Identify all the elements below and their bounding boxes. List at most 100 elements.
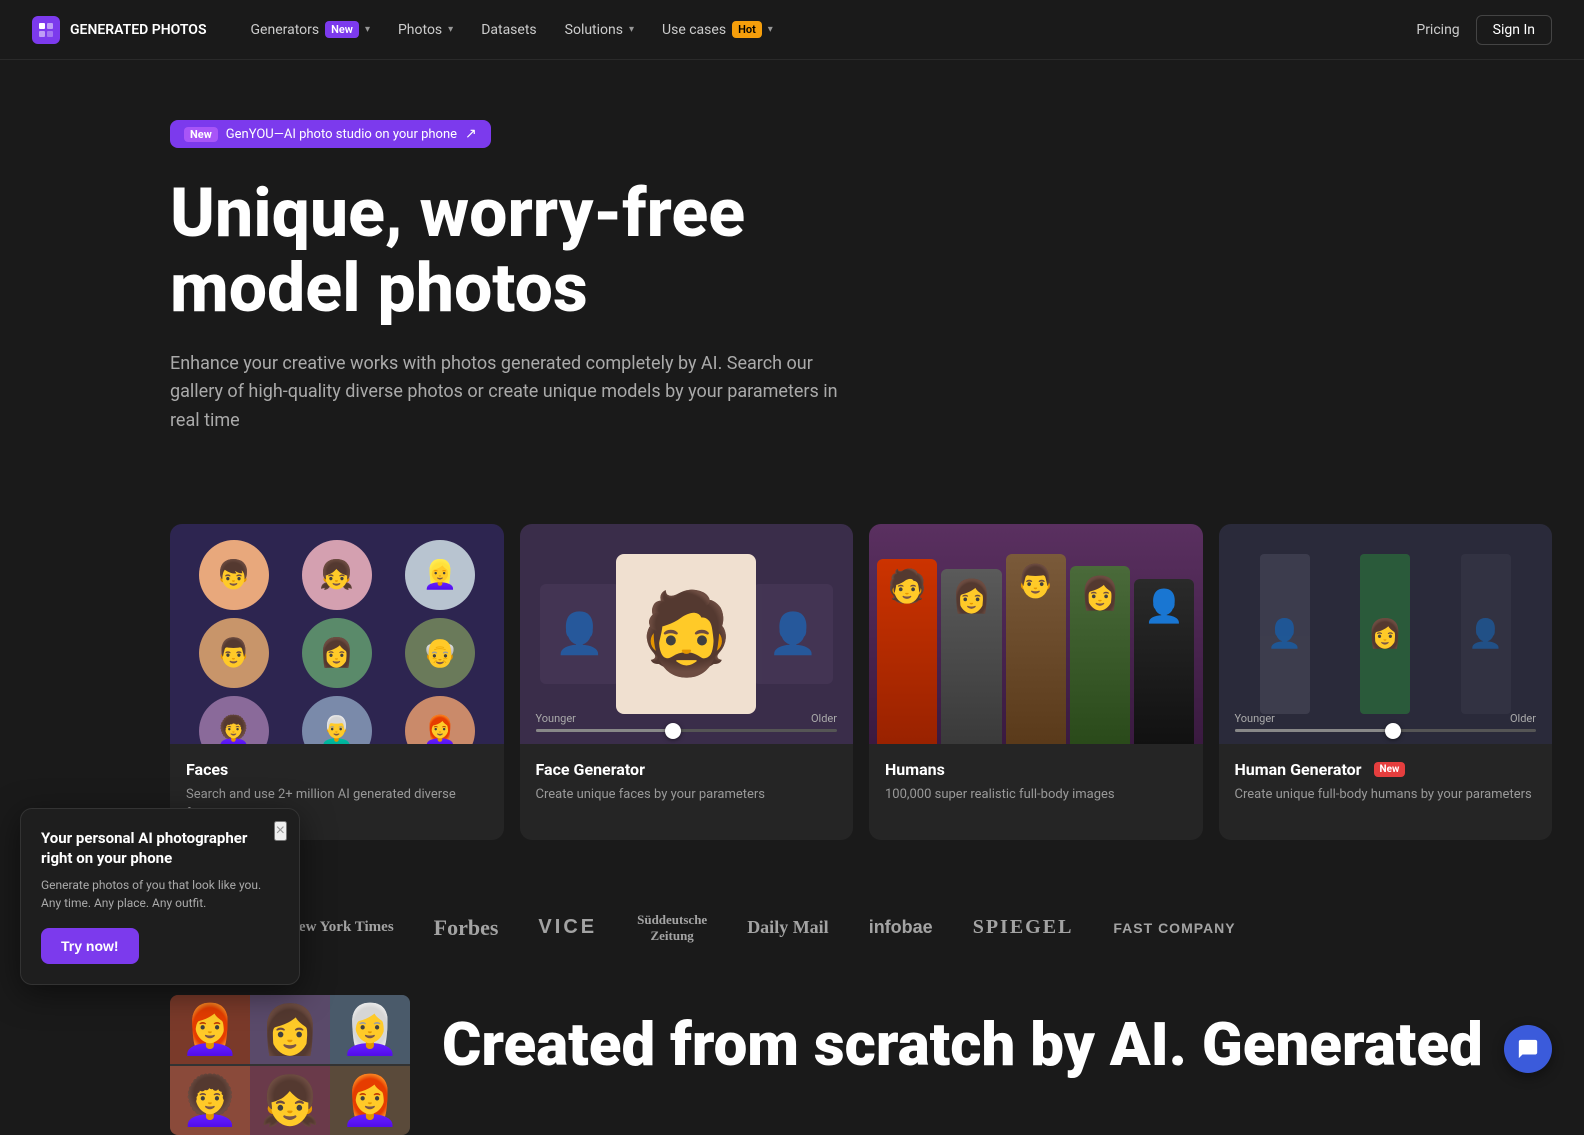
age-slider: Younger Older <box>536 712 838 732</box>
bottom-cta-text: Created from scratch by AI. Generated <box>442 995 1483 1075</box>
card-face-gen-image: 👤 🧔 👤 Younger Older <box>520 524 854 744</box>
hg-figure-left: 👤 <box>1260 554 1310 714</box>
preview-img-6: 👩‍🦰 <box>330 1066 410 1135</box>
preview-img-2: 👩‍🦱 <box>170 1066 250 1135</box>
nav-item-solutions[interactable]: Solutions ▾ <box>553 16 646 44</box>
card-faces[interactable]: 👦 👧 👱‍♀️ 👨 👩 👴 👩‍🦱 👨‍🦳 👩‍🦰 Faces Search … <box>170 524 504 840</box>
logo[interactable]: GENERATED PHOTOS <box>32 16 207 44</box>
face-circle: 👩 <box>302 618 372 688</box>
human-dark: 👩 <box>941 569 1001 744</box>
badge-new-label: New <box>184 127 218 142</box>
arrow-icon: ↗ <box>465 126 477 142</box>
press-logo-infobae: infobae <box>869 917 933 938</box>
signin-button[interactable]: Sign In <box>1476 15 1552 45</box>
card-face-gen-content: Face Generator Create unique faces by yo… <box>520 744 854 821</box>
nav-item-generators[interactable]: Generators New ▾ <box>239 15 382 44</box>
nav-right: Pricing Sign In <box>1416 15 1552 45</box>
badge-text: GenYOU—AI photo studio on your phone <box>226 127 457 142</box>
card-human-gen-content: Human Generator New Create unique full-b… <box>1219 744 1553 821</box>
popup-close-button[interactable]: × <box>274 821 287 841</box>
face-gen-bg: 👤 🧔 👤 Younger Older <box>520 524 854 744</box>
pricing-link[interactable]: Pricing <box>1416 22 1459 38</box>
hg-figure-right: 👤 <box>1461 554 1511 714</box>
human-black: 👤 <box>1134 579 1194 744</box>
hg-slider-older: Older <box>1510 712 1536 725</box>
human-green: 👩 <box>1070 566 1130 744</box>
hg-slider-thumb <box>1385 723 1401 739</box>
chevron-down-icon: ▾ <box>448 24 453 35</box>
card-humans[interactable]: 🧑 👩 👨 👩 👤 Humans 100,000 super realistic… <box>869 524 1203 840</box>
card-human-gen-image: 👤 👩 👤 Younger Older <box>1219 524 1553 744</box>
card-human-gen-title: Human Generator New <box>1235 760 1537 779</box>
humans-bg: 🧑 👩 👨 👩 👤 <box>869 524 1203 744</box>
preview-img-1: 👩‍🦰 <box>170 995 250 1064</box>
card-humans-image: 🧑 👩 👨 👩 👤 <box>869 524 1203 744</box>
logo-text: GENERATED PHOTOS <box>70 22 207 38</box>
face-circle: 👦 <box>199 540 269 610</box>
face-circle: 👨‍🦳 <box>302 696 372 744</box>
preview-img-3: 👩 <box>250 995 330 1064</box>
new-badge: New <box>1374 762 1406 777</box>
logo-icon <box>32 16 60 44</box>
card-human-gen-desc: Create unique full-body humans by your p… <box>1235 785 1537 805</box>
slider-older-label: Older <box>811 712 837 725</box>
nav-item-use-cases[interactable]: Use cases Hot ▾ <box>650 15 785 44</box>
nav-item-photos[interactable]: Photos ▾ <box>386 16 465 44</box>
card-humans-title: Humans <box>885 760 1187 779</box>
press-logo-daily-mail: Daily Mail <box>747 917 829 938</box>
card-face-gen-desc: Create unique faces by your parameters <box>536 785 838 805</box>
hero-title: Unique, worry-free model photos <box>170 176 950 326</box>
face-circle: 👩‍🦰 <box>405 696 475 744</box>
popup-desc: Generate photos of you that look like yo… <box>41 876 279 912</box>
hero-subtitle: Enhance your creative works with photos … <box>170 350 870 436</box>
chevron-down-icon: ▾ <box>768 24 773 35</box>
hg-slider-track[interactable] <box>1235 729 1537 732</box>
face-circle: 👱‍♀️ <box>405 540 475 610</box>
hero-badge[interactable]: New GenYOU—AI photo studio on your phone… <box>170 120 491 148</box>
press-logo-spiegel: SPIEGEL <box>973 916 1074 939</box>
human-red: 🧑 <box>877 559 937 744</box>
face-circle: 👩‍🦱 <box>199 696 269 744</box>
bottom-section: 👩‍🦰 👩‍🦱 👩 👧 👩‍🦳 👩‍🦰 Created from scratch… <box>0 975 1584 1135</box>
card-faces-image: 👦 👧 👱‍♀️ 👨 👩 👴 👩‍🦱 👨‍🦳 👩‍🦰 <box>170 524 504 744</box>
face-circle: 👨 <box>199 618 269 688</box>
chevron-down-icon: ▾ <box>629 24 634 35</box>
nav-links: Generators New ▾ Photos ▾ Datasets Solut… <box>239 15 1417 44</box>
chat-button[interactable] <box>1504 1025 1552 1073</box>
slider-younger-label: Younger <box>536 712 576 725</box>
card-human-generator[interactable]: 👤 👩 👤 Younger Older Human Generator <box>1219 524 1553 840</box>
human-gen-bg: 👤 👩 👤 Younger Older <box>1219 524 1553 744</box>
faces-mosaic: 👦 👧 👱‍♀️ 👨 👩 👴 👩‍🦱 👨‍🦳 👩‍🦰 <box>170 524 504 744</box>
chat-icon <box>1517 1038 1539 1060</box>
card-face-generator[interactable]: 👤 🧔 👤 Younger Older Face G <box>520 524 854 840</box>
hg-slider: Younger Older <box>1235 712 1537 732</box>
navbar: GENERATED PHOTOS Generators New ▾ Photos… <box>0 0 1584 60</box>
face-side-right: 👤 <box>753 584 833 684</box>
hero-section: New GenYOU—AI photo studio on your phone… <box>0 60 1584 524</box>
press-logo-forbes: Forbes <box>434 915 499 941</box>
card-faces-title: Faces <box>186 760 488 779</box>
bottom-preview: 👩‍🦰 👩‍🦱 👩 👧 👩‍🦳 👩‍🦰 <box>170 995 410 1135</box>
nav-item-datasets[interactable]: Datasets <box>469 16 548 44</box>
face-side-left: 👤 <box>540 584 620 684</box>
face-circle: 👧 <box>302 540 372 610</box>
popup-photographer: × Your personal AI photographer right on… <box>20 808 300 985</box>
slider-track[interactable] <box>536 729 838 732</box>
press-logo-vice: VICE <box>538 916 597 939</box>
slider-thumb <box>665 723 681 739</box>
press-logo-sz: SüddeutscheZeitung <box>637 912 707 943</box>
chevron-down-icon: ▾ <box>365 24 370 35</box>
press-logo-fast-company: FAST COMPANY <box>1113 920 1235 936</box>
preview-img-4: 👧 <box>250 1066 330 1135</box>
face-center: 🧔 <box>616 554 756 714</box>
card-face-gen-title: Face Generator <box>536 760 838 779</box>
slider-fill <box>536 729 672 732</box>
human-tan: 👨 <box>1006 554 1066 744</box>
card-humans-content: Humans 100,000 super realistic full-body… <box>869 744 1203 821</box>
preview-img-5: 👩‍🦳 <box>330 995 410 1064</box>
face-circle: 👴 <box>405 618 475 688</box>
hg-figure-center: 👩 <box>1360 554 1410 714</box>
popup-try-button[interactable]: Try now! <box>41 928 139 964</box>
hg-slider-fill <box>1235 729 1392 732</box>
hg-slider-younger: Younger <box>1235 712 1275 725</box>
